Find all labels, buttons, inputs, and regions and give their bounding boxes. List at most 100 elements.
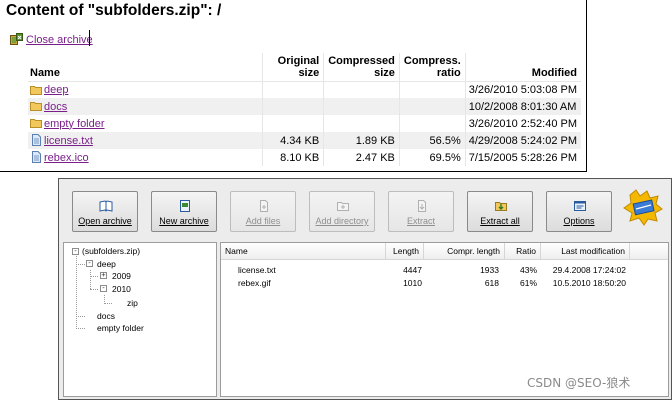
folder-icon [30,102,42,111]
open-archive-icon [99,200,113,212]
tree-node-empty-folder[interactable]: empty folder [97,323,144,334]
table-row: rebex.ico 8.10 KB 2.47 KB 69.5% 7/15/200… [28,149,581,166]
column-header-original-size-label: Original size [277,54,320,79]
ratio-cell [398,115,466,132]
tree-node-2010[interactable]: 2010 [112,284,131,295]
name-cell: rebex.ico [28,149,263,166]
compressed-size-cell [323,98,400,115]
original-size-cell [262,98,324,115]
file-link-license[interactable]: license.txt [44,135,93,147]
folder-link-empty-folder[interactable]: empty folder [44,118,105,130]
web-listing-panel: Content of "subfolders.zip": / Close arc… [0,0,587,172]
list-column-length[interactable]: Length [386,243,424,259]
watermark: CSDN @SEO-狼术 [527,376,631,390]
original-size-cell [262,81,324,98]
modified-cell: 4/29/2008 5:24:02 PM [464,132,581,149]
list-item-modified: 29.4.2008 17:24:02 [552,265,626,275]
tree-connector [76,328,85,329]
original-size-cell: 8.10 KB [262,149,324,166]
file-link-rebex[interactable]: rebex.ico [44,152,89,164]
app-logo-icon [623,189,663,226]
list-column-compr-length[interactable]: Compr. length [424,243,505,259]
extract-button[interactable]: Extract [388,191,454,232]
modified-cell: 3/26/2010 5:03:08 PM [464,81,581,98]
tree-collapse-root[interactable]: - [72,248,79,255]
column-header-original-size: Original size [262,53,324,82]
extract-all-label: Extract all [480,216,520,226]
list-item-length: 1010 [403,278,422,288]
list-item-modified: 10.5.2010 18:50:20 [552,278,626,288]
name-cell: deep [28,81,263,98]
modified-cell: 7/15/2005 5:28:26 PM [464,149,581,166]
list-item-length: 4447 [403,265,422,275]
open-archive-button[interactable]: Open archive [72,191,138,232]
list-item-name: rebex.gif [238,278,271,288]
close-archive-label[interactable]: Close archive [26,34,93,46]
tree-connector [76,264,85,265]
list-item[interactable]: rebex.gif 1010 618 61% 10.5.2010 18:50:2… [221,277,668,289]
column-header-modified: Modified [464,53,581,82]
file-icon [32,151,41,163]
table-header-row: Name Original size Compressed size Compr… [28,53,581,82]
modified-cell: 3/26/2010 2:52:40 PM [464,115,581,132]
add-directory-label: Add directory [315,216,369,226]
open-archive-label: Open archive [78,216,132,226]
tree-node-docs[interactable]: docs [97,311,115,322]
add-files-icon [260,200,268,212]
folder-link-docs[interactable]: docs [44,101,67,113]
ratio-cell [398,98,466,115]
tree-node-2009[interactable]: 2009 [112,271,131,282]
new-archive-button[interactable]: New archive [151,191,217,232]
text-cursor [89,30,90,46]
list-item-ratio: 43% [519,265,537,275]
list-column-last-modification[interactable]: Last modification [541,243,630,259]
column-header-ratio: Compress. ratio [398,53,466,82]
name-cell: empty folder [28,115,263,132]
extract-label: Extract [406,216,435,226]
tree-connector [90,276,98,277]
new-archive-icon [180,200,190,212]
options-button[interactable]: Options [546,191,612,232]
tree-node-deep[interactable]: deep [97,259,116,270]
compressed-size-cell: 1.89 KB [323,132,400,149]
folder-link-deep[interactable]: deep [44,84,68,96]
tree-node-zip[interactable]: zip [127,298,138,309]
list-item-ratio: 61% [519,278,537,288]
list-column-name[interactable]: Name [221,243,386,259]
compressed-size-cell [323,115,400,132]
extract-all-button[interactable]: Extract all [467,191,533,232]
list-item-compr-length: 1933 [480,265,499,275]
list-item-compr-length: 618 [484,278,499,288]
add-files-button[interactable]: Add files [230,191,296,232]
tree-collapse-deep[interactable]: - [86,260,93,267]
folder-icon [30,119,42,128]
tree-connector [90,270,91,289]
ratio-cell: 69.5% [398,149,466,166]
tree-expand-2009[interactable]: + [100,272,107,279]
table-row: deep 3/26/2010 5:03:08 PM [28,81,581,98]
list-item[interactable]: license.txt 4447 1933 43% 29.4.2008 17:2… [221,264,668,276]
file-icon [32,134,41,146]
extract-icon [418,200,426,212]
original-size-cell [262,115,324,132]
tree-collapse-2010[interactable]: - [100,285,107,292]
table-row: empty folder 3/26/2010 2:52:40 PM [28,115,581,132]
tree-connector [104,303,112,304]
page-title: Content of "subfolders.zip": / [6,2,222,19]
list-item-name: license.txt [238,265,276,275]
list-header: Name Length Compr. length Ratio Last mod… [221,243,668,260]
list-column-ratio[interactable]: Ratio [505,243,541,259]
zip-app-window: Open archive New archive Add files Add d… [58,178,672,400]
table-row: license.txt 4.34 KB 1.89 KB 56.5% 4/29/2… [28,132,581,149]
file-table: Name Original size Compressed size Compr… [28,53,581,166]
modified-cell: 10/2/2008 8:01:30 AM [464,98,581,115]
add-directory-button[interactable]: Add directory [309,191,375,232]
folder-tree[interactable]: - (subfolders.zip) - deep + 2009 - 2010 … [63,242,217,397]
options-icon [574,201,586,211]
extract-all-icon [495,202,507,211]
folder-icon [30,85,42,95]
tree-connector [90,289,98,290]
tree-node-root[interactable]: (subfolders.zip) [82,246,140,257]
column-header-name: Name [28,53,263,82]
compressed-size-cell: 2.47 KB [323,149,400,166]
